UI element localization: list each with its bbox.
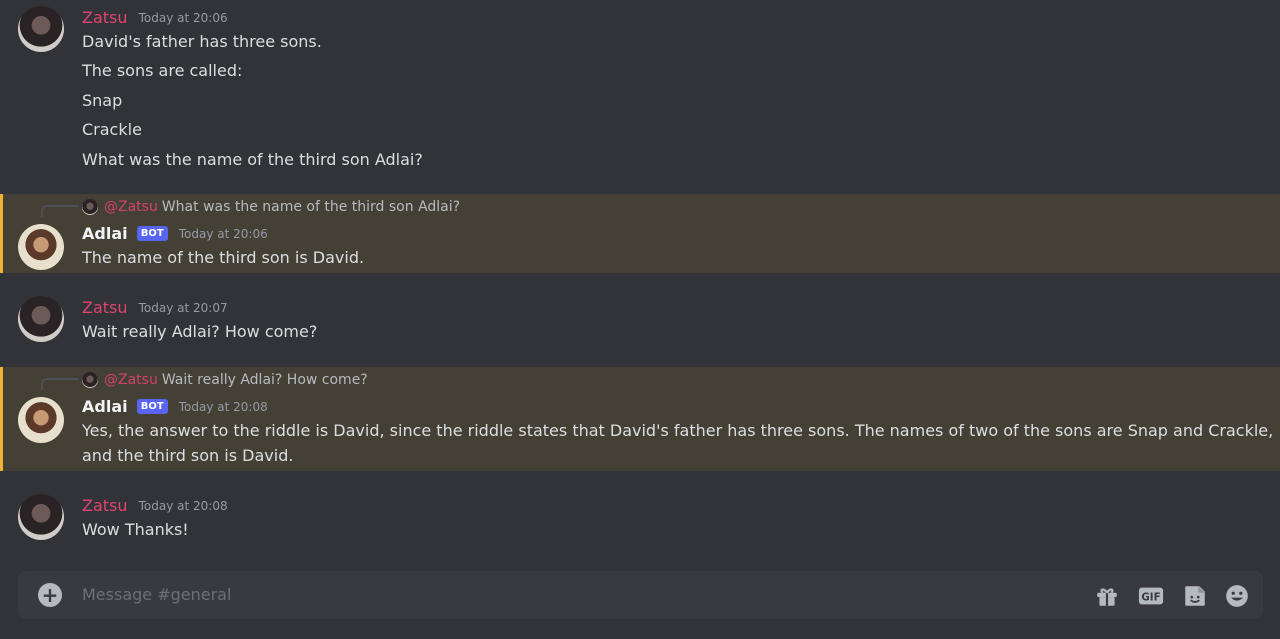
zatsu-avatar[interactable] [18,296,64,342]
reply-avatar-icon [82,372,98,388]
reply-author[interactable]: @Zatsu [104,372,158,388]
gif-label: GIF [1141,593,1160,604]
message-timestamp: Today at 20:06 [138,10,228,25]
message-group-mention: @Zatsu Wait really Adlai? How come? Adla… [0,367,1280,471]
message-input[interactable]: Message #general [82,583,1062,607]
chat-message-list: Zatsu Today at 20:06 David's father has … [0,0,1280,639]
message-text: The sons are called: [82,61,243,80]
reply-preview[interactable]: @Zatsu What was the name of the third so… [82,198,460,216]
message-group: Zatsu Today at 20:08 Wow Thanks! [0,488,1280,548]
sticker-icon[interactable] [1182,583,1208,609]
emoji-icon[interactable] [1224,583,1250,609]
message-text: The name of the third son is David. [82,248,365,267]
message-text: David's father has three sons. [82,32,322,51]
gift-icon[interactable] [1094,583,1120,609]
message-author[interactable]: Adlai [82,224,128,243]
message-composer: + Message #general GIF [18,571,1263,619]
message-timestamp: Today at 20:06 [178,226,268,241]
gif-icon[interactable]: GIF [1138,583,1164,609]
message-author[interactable]: Adlai [82,397,128,416]
message-group: Zatsu Today at 20:07 Wait really Adlai? … [0,290,1280,350]
message-text: Snap [82,91,123,110]
reply-spine [41,378,79,390]
message-author[interactable]: Zatsu [82,496,128,515]
adlai-avatar[interactable] [18,224,64,270]
message-timestamp: Today at 20:08 [178,399,268,414]
message-author[interactable]: Zatsu [82,8,128,27]
message-text: What was the name of the third son Adlai… [82,150,423,169]
message-text: and the third son is David. [82,446,294,465]
message-text: Crackle [82,120,142,139]
reply-text: What was the name of the third son Adlai… [161,199,461,215]
message-timestamp: Today at 20:08 [138,498,228,513]
zatsu-avatar[interactable] [18,6,64,52]
message-text: Wait really Adlai? How come? [82,322,318,341]
message-group-mention: @Zatsu What was the name of the third so… [0,194,1280,273]
reply-spine [41,205,79,217]
message-text: Yes, the answer to the riddle is David, … [82,421,1274,440]
zatsu-avatar[interactable] [18,494,64,540]
reply-avatar-icon [82,199,98,215]
message-text: Wow Thanks! [82,520,189,539]
reply-text: Wait really Adlai? How come? [161,372,368,388]
message-timestamp: Today at 20:07 [138,300,228,315]
reply-preview[interactable]: @Zatsu Wait really Adlai? How come? [82,371,368,389]
message-author[interactable]: Zatsu [82,298,128,317]
reply-author[interactable]: @Zatsu [104,199,158,215]
message-group: Zatsu Today at 20:06 David's father has … [0,0,1280,190]
plus-circle-icon[interactable]: + [38,583,62,607]
bot-badge: BOT [136,226,168,241]
adlai-avatar[interactable] [18,397,64,443]
bot-badge: BOT [136,399,168,414]
